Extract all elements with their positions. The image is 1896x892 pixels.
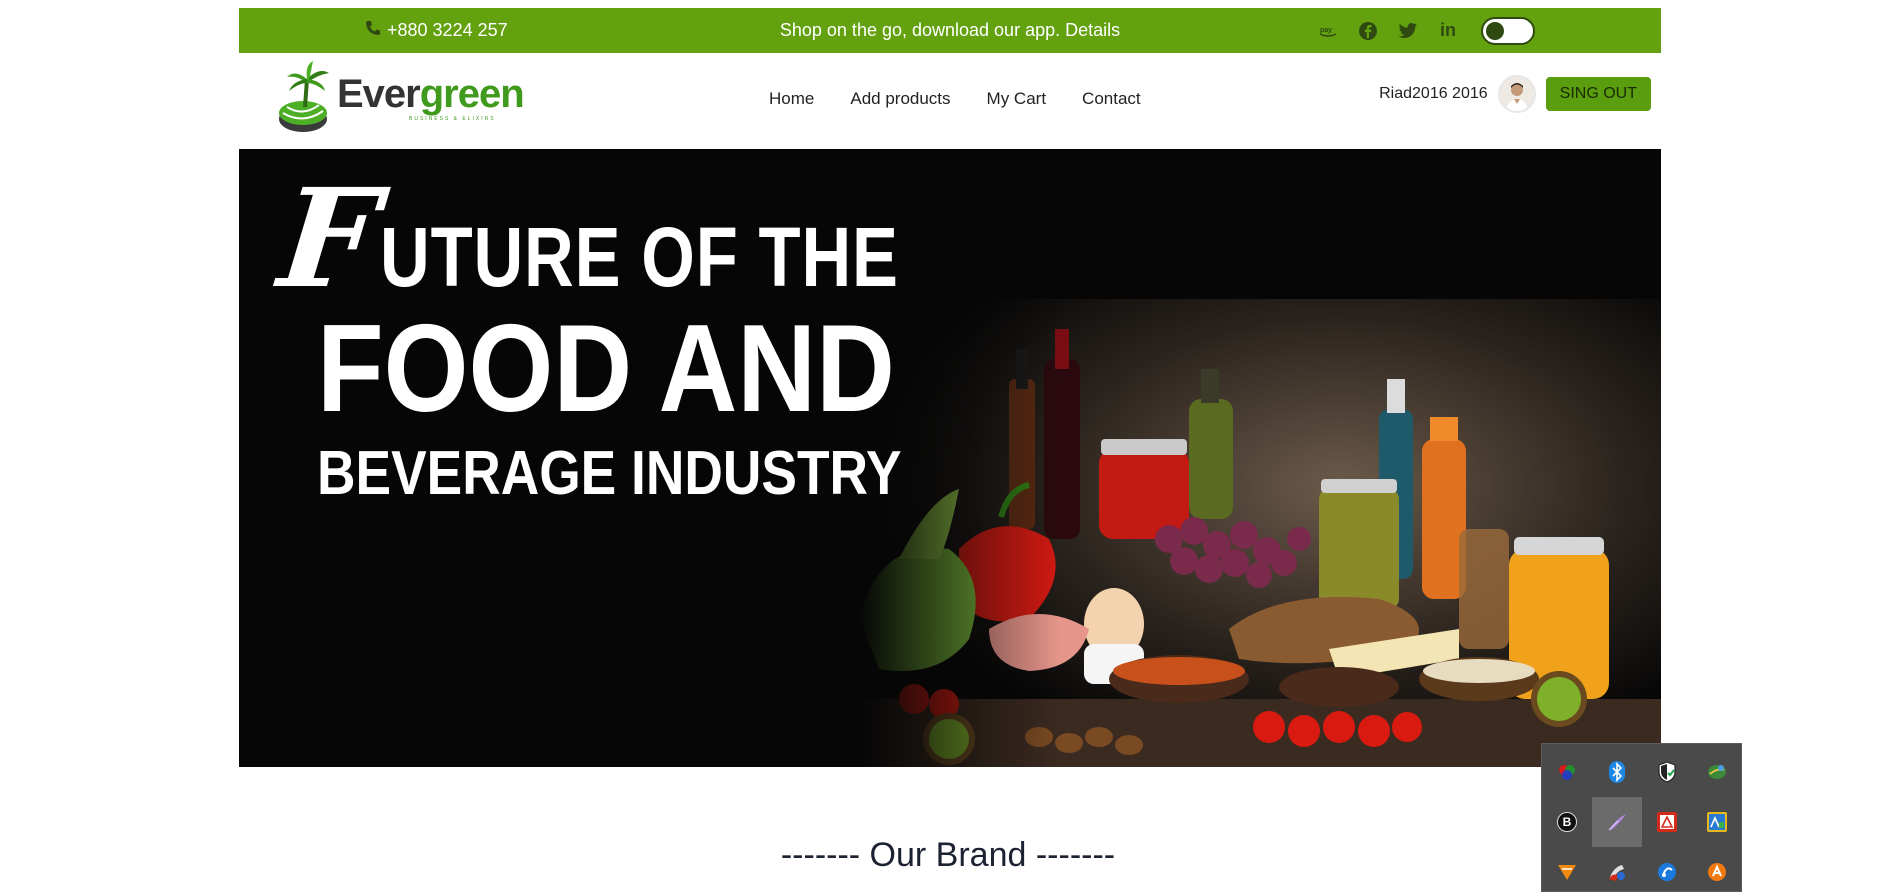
phone-contact[interactable]: +880 3224 257 <box>365 20 508 41</box>
navbar: Evergreen BUSINESS & ELIXIRS Home Add pr… <box>239 53 1661 149</box>
hero-headline: F UTURE OF THE FOOD AND BEVERAGE INDUSTR… <box>273 159 1012 508</box>
browser-helper-icon[interactable] <box>1642 847 1692 892</box>
cleaner-icon[interactable] <box>1592 847 1642 892</box>
user-name: Riad2016 2016 <box>1379 85 1488 102</box>
avatar[interactable] <box>1497 75 1536 113</box>
logo-tagline: BUSINESS & ELIXIRS <box>409 116 496 122</box>
logo[interactable]: Evergreen BUSINESS & ELIXIRS <box>277 61 525 135</box>
nav-my-cart[interactable]: My Cart <box>987 89 1047 109</box>
hero-line-3: BEVERAGE INDUSTRY <box>317 439 902 508</box>
avast-icon[interactable] <box>1692 847 1742 892</box>
nav-contact[interactable]: Contact <box>1082 89 1141 109</box>
b-app-icon[interactable]: B <box>1542 797 1592 847</box>
promo-text[interactable]: Shop on the go, download our app. Detail… <box>780 20 1120 40</box>
hero-initial: F <box>272 159 386 319</box>
nav-add-products[interactable]: Add products <box>850 89 950 109</box>
security-shield-icon[interactable] <box>1642 747 1692 797</box>
svg-text:pay: pay <box>1320 27 1332 34</box>
color-manager-icon[interactable] <box>1542 747 1592 797</box>
main-menu: Home Add products My Cart Contact <box>769 89 1141 109</box>
system-tray-popup: B <box>1541 743 1742 892</box>
image-app-icon[interactable] <box>1692 797 1742 847</box>
linkedin-icon[interactable]: in <box>1437 20 1459 42</box>
hero-banner: F UTURE OF THE FOOD AND BEVERAGE INDUSTR… <box>239 149 1661 767</box>
page: +880 3224 257 Shop on the go, download o… <box>0 0 1896 892</box>
logo-wordmark: Evergreen <box>337 72 525 116</box>
theme-toggle[interactable] <box>1481 16 1535 45</box>
social-links: pay in <box>1317 20 1459 42</box>
logo-leaf-icon <box>277 61 333 135</box>
user-area: Riad2016 2016 SING OUT <box>1379 75 1651 113</box>
nav-home[interactable]: Home <box>769 89 814 109</box>
pen-feather-icon[interactable] <box>1592 797 1642 847</box>
sign-out-button[interactable]: SING OUT <box>1545 77 1651 111</box>
phone-icon <box>365 20 381 41</box>
logo-word-green: green <box>419 72 525 116</box>
bluetooth-icon[interactable] <box>1592 747 1642 797</box>
acrobat-icon[interactable] <box>1642 797 1692 847</box>
hero-line-2: FOOD AND <box>317 300 895 438</box>
logo-text: Evergreen BUSINESS & ELIXIRS <box>337 72 525 122</box>
hero-line-1-text: UTURE OF THE <box>379 210 899 304</box>
logo-word-ever: Ever <box>337 72 421 116</box>
toggle-knob <box>1486 21 1504 40</box>
network-globe-icon[interactable] <box>1692 747 1742 797</box>
linkedin-label: in <box>1440 20 1456 40</box>
facebook-icon[interactable] <box>1357 20 1379 42</box>
top-bar: +880 3224 257 Shop on the go, download o… <box>239 8 1661 53</box>
tray-icon-grid: B <box>1542 744 1741 892</box>
phone-number: +880 3224 257 <box>387 20 508 40</box>
twitter-icon[interactable] <box>1397 20 1419 42</box>
amazon-pay-icon[interactable]: pay <box>1317 20 1339 42</box>
hero-line-1: F UTURE OF THE <box>273 159 1012 319</box>
vlc-icon[interactable] <box>1542 847 1592 892</box>
